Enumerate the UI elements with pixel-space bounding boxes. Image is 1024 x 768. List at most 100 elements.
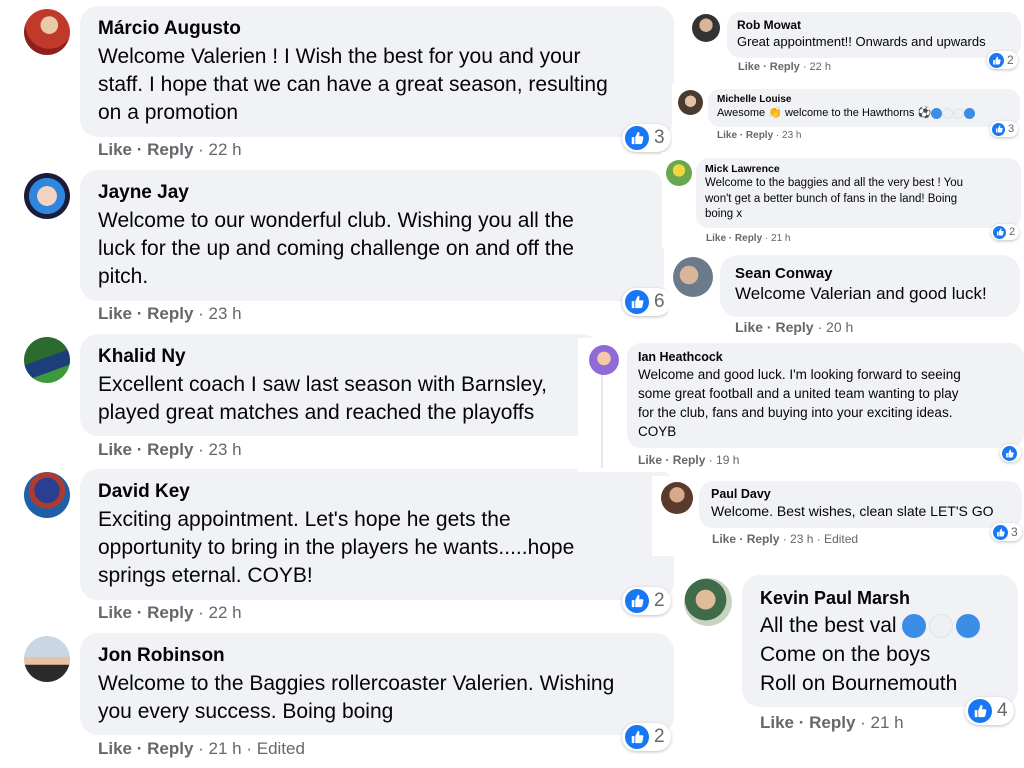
reply-link[interactable]: Reply [747,532,780,546]
avatar[interactable] [24,173,70,219]
like-link[interactable]: Like [98,304,132,323]
reaction-count[interactable]: 2 [622,723,671,751]
comment-text: on a promotion [98,101,239,124]
comment-author[interactable]: Jayne Jay [98,181,646,205]
reaction-count[interactable]: 3 [990,121,1019,137]
timestamp[interactable]: · 23 h · Edited [779,532,858,546]
comment-author[interactable]: Jon Robinson [98,644,656,668]
white-circle-emoji-icon [942,107,954,119]
reply-link[interactable]: Reply [746,130,773,141]
like-thumb-icon [989,52,1004,68]
comment-bubble: Jon Robinson Welcome to the Baggies roll… [80,633,674,735]
reply-link[interactable]: Reply [775,319,813,335]
reaction-count[interactable]: 3 [991,523,1022,541]
timestamp[interactable]: · 21 h [762,233,791,244]
like-thumb-icon [625,126,649,150]
comment-actions: Like · Reply · 23 h · Edited [712,532,859,546]
reply-link[interactable]: Reply [735,233,762,244]
avatar[interactable] [24,337,70,383]
reaction-count[interactable] [1000,444,1021,462]
avatar[interactable] [666,160,692,186]
timestamp[interactable]: · 23 h [193,304,241,323]
comment-text: some great football and a united team wa… [638,386,959,401]
comment-text: for the club, fans and buying into your … [638,405,953,420]
timestamp[interactable]: · 19 h [705,453,740,467]
timestamp[interactable]: · 23 h [773,130,802,141]
like-thumb-icon [625,290,649,314]
comment-text: Welcome to the Baggies rollercoaster Val… [98,672,615,695]
reaction-count[interactable]: 4 [965,697,1014,725]
comment-author[interactable]: Paul Davy [711,487,1010,502]
like-link[interactable]: Like [98,140,132,159]
reply-link[interactable]: Reply [147,603,193,622]
comment-text: Welcome Valerien ! I Wish the best for y… [98,45,581,68]
reaction-number: 2 [1007,53,1014,67]
like-link[interactable]: Like [717,130,737,141]
comment-author[interactable]: Márcio Augusto [98,17,656,41]
comment-bubble: Michelle Louise Awesome 👏 welcome to the… [708,89,1020,127]
avatar[interactable] [673,257,713,297]
reply-link[interactable]: Reply [147,440,193,459]
comment-text: All the best val [760,611,1000,640]
reaction-number: 3 [1011,525,1018,539]
like-thumb-icon [625,725,649,749]
reaction-count[interactable]: 2 [987,51,1018,69]
reply-link[interactable]: Reply [147,739,193,758]
comment-actions: Like · Reply · 22 h [738,61,831,73]
reply-link[interactable]: Reply [809,713,855,732]
like-thumb-icon [992,122,1005,136]
comment-text: pitch. [98,265,149,288]
reply-link[interactable]: Reply [147,140,193,159]
comment-bubble: Jayne Jay Welcome to our wonderful club.… [80,170,664,301]
timestamp[interactable]: · 21 h · Edited [193,739,305,758]
reaction-count[interactable]: 2 [991,224,1020,240]
comment-actions: Like · Reply · 21 h [760,713,904,732]
like-link[interactable]: Like [98,440,132,459]
like-link[interactable]: Like [712,532,736,546]
comment-author[interactable]: Ian Heathcock [638,350,1013,365]
reaction-count[interactable]: 6 [622,288,671,316]
avatar[interactable] [589,345,619,375]
avatar[interactable] [24,9,70,55]
comment-text: Excellent coach I saw last season with B… [98,373,547,396]
comment-bubble: Khalid Ny Excellent coach I saw last sea… [80,334,600,436]
comment-actions: Like · Reply · 22 h [98,603,242,622]
comment-author[interactable]: Mick Lawrence [705,163,1012,176]
timestamp[interactable]: · 22 h [193,140,241,159]
comment-text: boing x [705,208,743,220]
avatar[interactable] [692,14,720,42]
avatar[interactable] [661,482,693,514]
like-link[interactable]: Like [760,713,794,732]
like-link[interactable]: Like [738,61,760,73]
comment-text: Welcome to our wonderful club. Wishing y… [98,209,574,232]
comment-text: staff. I hope that we can have a great s… [98,73,608,96]
reply-link[interactable]: Reply [673,453,706,467]
comment-author[interactable]: Kevin Paul Marsh [760,586,1000,610]
reply-link[interactable]: Reply [770,61,800,73]
timestamp[interactable]: · 23 h [193,440,241,459]
comment-author[interactable]: Rob Mowat [737,18,1011,33]
timestamp[interactable]: · 21 h [855,713,903,732]
comment-author[interactable]: David Key [98,480,656,504]
reaction-count[interactable]: 2 [622,587,671,615]
avatar[interactable] [24,636,70,682]
like-link[interactable]: Like [735,319,763,335]
avatar[interactable] [684,578,732,626]
comment-author[interactable]: Sean Conway [735,264,1005,283]
like-link[interactable]: Like [638,453,662,467]
reaction-count[interactable]: 3 [622,124,671,152]
comment-actions: Like · Reply · 22 h [98,140,242,159]
timestamp[interactable]: · 22 h [193,603,241,622]
avatar[interactable] [678,90,703,115]
comment-text: played great matches and reached the pla… [98,401,535,424]
comment-author[interactable]: Michelle Louise [717,93,1011,106]
like-link[interactable]: Like [98,603,132,622]
timestamp[interactable]: · 22 h [800,61,831,73]
timestamp[interactable]: · 20 h [814,319,853,335]
comment-author[interactable]: Khalid Ny [98,345,582,369]
avatar[interactable] [24,472,70,518]
like-link[interactable]: Like [706,233,726,244]
like-link[interactable]: Like [98,739,132,758]
reply-link[interactable]: Reply [147,304,193,323]
comment-text: COYB [638,424,677,439]
